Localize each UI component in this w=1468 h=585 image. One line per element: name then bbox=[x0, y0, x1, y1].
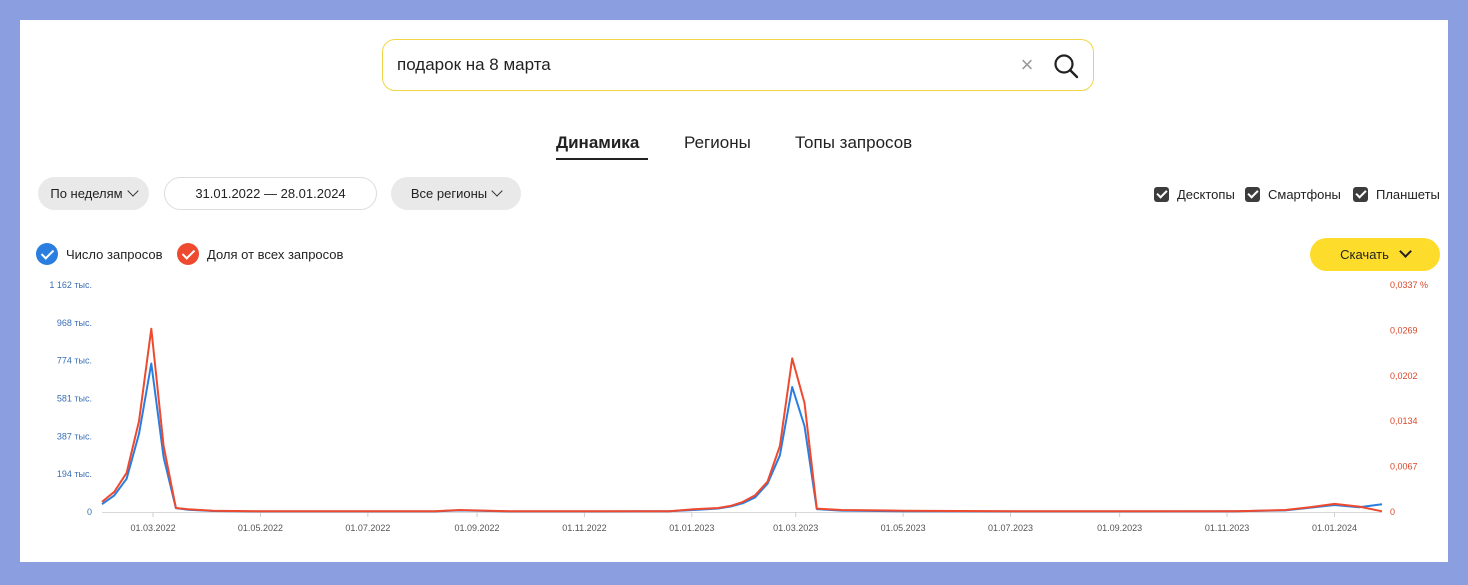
device-smartphone-label: Смартфоны bbox=[1268, 186, 1341, 202]
y-right-tick-label: 0,0337 % bbox=[1390, 280, 1428, 290]
x-tick-label: 01.01.2023 bbox=[669, 523, 714, 533]
y-left-tick-label: 774 тыс. bbox=[57, 356, 92, 366]
checkbox-checked-icon bbox=[1154, 186, 1169, 202]
region-label: Все регионы bbox=[410, 186, 488, 201]
download-button[interactable]: Скачать bbox=[1310, 238, 1440, 271]
x-tick-label: 01.09.2023 bbox=[1097, 523, 1142, 533]
checkbox-checked-icon bbox=[1353, 186, 1368, 202]
chevron-down-icon bbox=[491, 185, 503, 197]
device-tablet-checkbox[interactable]: Планшеты bbox=[1353, 185, 1440, 203]
x-tick-label: 01.05.2022 bbox=[238, 523, 283, 533]
y-right-tick-label: 0,0134 bbox=[1390, 416, 1418, 426]
x-tick-label: 01.03.2022 bbox=[131, 523, 176, 533]
x-tick-label: 01.07.2022 bbox=[345, 523, 390, 533]
device-tablet-label: Планшеты bbox=[1376, 186, 1440, 202]
search-button[interactable] bbox=[1051, 51, 1081, 81]
search-input[interactable] bbox=[397, 52, 997, 78]
x-tick-label: 01.09.2022 bbox=[454, 523, 499, 533]
chevron-down-icon bbox=[126, 185, 139, 197]
period-label: По неделям bbox=[50, 186, 123, 201]
y-left-tick-label: 0 bbox=[87, 507, 92, 517]
tab-regions[interactable]: Регионы bbox=[684, 133, 751, 153]
search-icon bbox=[1054, 54, 1079, 79]
y-left-tick-label: 968 тыс. bbox=[57, 318, 92, 328]
y-left-tick-label: 1 162 тыс. bbox=[49, 280, 92, 290]
y-right-tick-label: 0,0202 bbox=[1390, 371, 1418, 381]
x-tick-label: 01.05.2023 bbox=[881, 523, 926, 533]
active-tab-underline bbox=[556, 158, 648, 160]
date-range-label: 31.01.2022 — 28.01.2024 bbox=[195, 186, 346, 201]
download-label: Скачать bbox=[1340, 247, 1389, 262]
x-tick-label: 01.11.2023 bbox=[1205, 523, 1249, 533]
legend-query-share[interactable]: Доля от всех запросов bbox=[177, 242, 343, 266]
device-desktop-label: Десктопы bbox=[1177, 186, 1235, 202]
tab-dynamics[interactable]: Динамика bbox=[556, 133, 639, 153]
device-smartphone-checkbox[interactable]: Смартфоны bbox=[1245, 185, 1341, 203]
y-right-tick-label: 0 bbox=[1390, 507, 1395, 517]
main-panel: × Динамика Регионы Топы запросов По неде… bbox=[20, 20, 1448, 562]
legend-query-count[interactable]: Число запросов bbox=[36, 242, 162, 266]
x-tick-label: 01.11.2022 bbox=[562, 523, 606, 533]
tab-top-queries[interactable]: Топы запросов bbox=[795, 133, 912, 153]
search-box: × bbox=[382, 39, 1094, 91]
x-tick-label: 01.03.2023 bbox=[773, 523, 818, 533]
x-tick-label: 01.07.2023 bbox=[988, 523, 1033, 533]
legend-check-icon bbox=[36, 243, 58, 265]
legend-query-count-label: Число запросов bbox=[66, 246, 163, 262]
checkbox-checked-icon bbox=[1245, 186, 1260, 202]
date-range-picker[interactable]: 31.01.2022 — 28.01.2024 bbox=[164, 177, 377, 210]
x-tick-label: 01.01.2024 bbox=[1312, 523, 1357, 533]
legend-check-icon bbox=[177, 243, 199, 265]
y-left-tick-label: 387 тыс. bbox=[57, 431, 92, 441]
legend-query-share-label: Доля от всех запросов bbox=[207, 246, 344, 262]
region-dropdown[interactable]: Все регионы bbox=[391, 177, 521, 210]
tabs-bar: Динамика Регионы Топы запросов bbox=[20, 133, 1448, 163]
y-right-tick-label: 0,0269 bbox=[1390, 325, 1418, 335]
trend-chart: 0 194 тыс. 387 тыс. 581 тыс. 774 тыс. 968 тыс… bbox=[49, 280, 1428, 533]
period-dropdown[interactable]: По неделям bbox=[38, 177, 149, 210]
series-line-query-count bbox=[101, 362, 1383, 513]
y-right-tick-label: 0,0067 bbox=[1390, 462, 1418, 472]
device-desktop-checkbox[interactable]: Десктопы bbox=[1154, 185, 1235, 203]
y-left-tick-label: 194 тыс. bbox=[57, 469, 92, 479]
clear-icon[interactable]: × bbox=[1016, 51, 1038, 79]
chevron-down-icon bbox=[1399, 245, 1412, 258]
y-left-tick-label: 581 тыс. bbox=[57, 394, 92, 404]
series-line-query-share bbox=[101, 327, 1383, 513]
